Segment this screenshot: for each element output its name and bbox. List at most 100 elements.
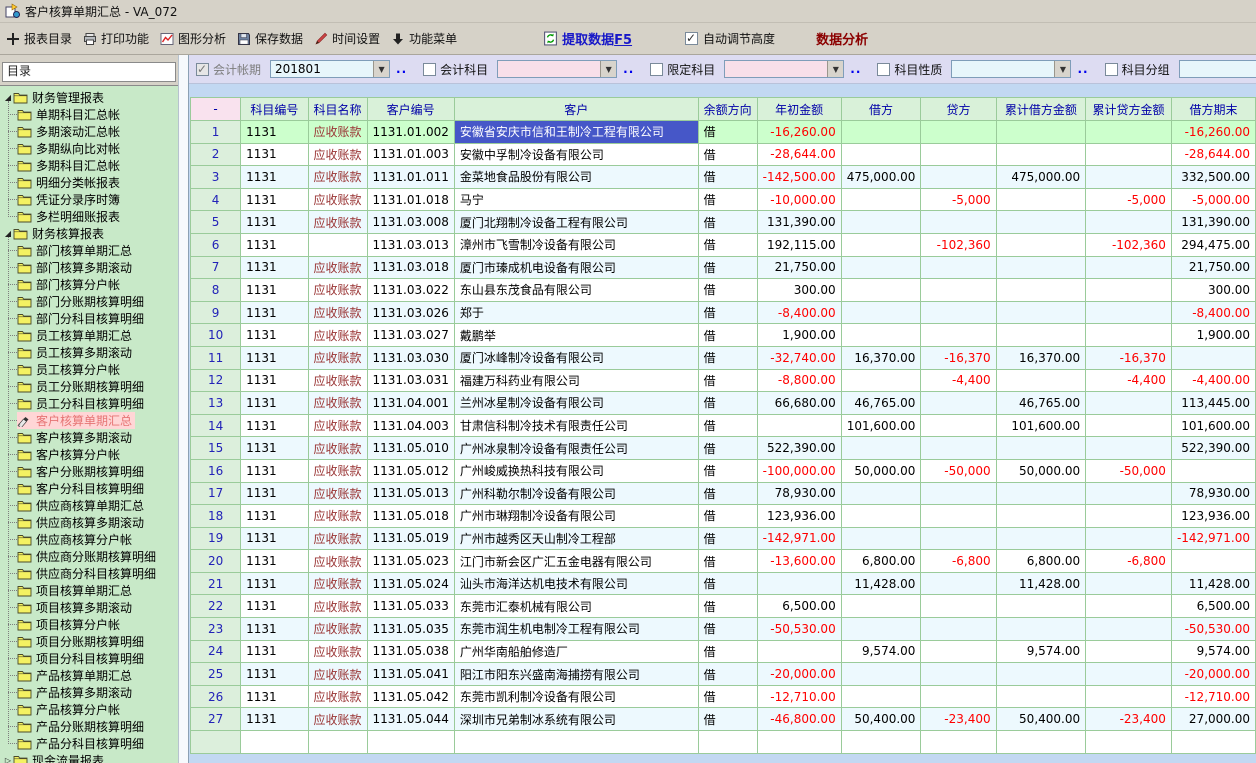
cell-credit[interactable] (921, 324, 996, 347)
header-subject_code[interactable]: 科目编号 (241, 98, 308, 121)
cell-customer[interactable]: 福建万科药业有限公司 (454, 369, 698, 392)
cell-subject_name[interactable]: 应收账款 (308, 211, 367, 234)
tree-item[interactable]: 多期滚动汇总帐 (0, 123, 178, 140)
cell-idx[interactable]: 7 (191, 256, 241, 279)
cell-cumulative_credit[interactable] (1086, 324, 1172, 347)
cell-direction[interactable]: 借 (698, 640, 757, 663)
cell-credit[interactable]: -16,370 (921, 346, 996, 369)
cell-subject_code[interactable]: 1131 (241, 459, 308, 482)
tree-item[interactable]: 多期纵向比对帐 (0, 140, 178, 157)
cell-direction[interactable]: 借 (698, 143, 757, 166)
cell-idx[interactable]: 5 (191, 211, 241, 234)
cell-credit[interactable]: -23,400 (921, 708, 996, 731)
cell-debit_ending[interactable]: 9,574.00 (1171, 640, 1255, 663)
cell-customer_code[interactable]: 1131.05.024 (367, 572, 454, 595)
cell-customer_code[interactable]: 1131.03.031 (367, 369, 454, 392)
cell-cumulative_credit[interactable]: -102,360 (1086, 233, 1172, 256)
cell-direction[interactable] (698, 731, 757, 754)
cell-debit[interactable]: 475,000.00 (841, 166, 921, 189)
cell-subject_code[interactable]: 1131 (241, 618, 308, 641)
cell-debit_ending[interactable]: 101,600.00 (1171, 414, 1255, 437)
cell-credit[interactable] (921, 301, 996, 324)
combo-arrow-icon[interactable]: ▼ (827, 61, 843, 77)
cell-opening_amount[interactable]: -142,971.00 (757, 527, 841, 550)
tree-item[interactable]: 多期科目汇总帐 (0, 157, 178, 174)
cell-customer_code[interactable]: 1131.05.042 (367, 685, 454, 708)
tree-item[interactable]: 凭证分录序时簿 (0, 191, 178, 208)
cell-debit_ending[interactable]: 522,390.00 (1171, 437, 1255, 460)
cell-idx[interactable]: 14 (191, 414, 241, 437)
cell-idx[interactable]: 15 (191, 437, 241, 460)
tree-group[interactable]: ▷现金流量报表 (0, 752, 178, 763)
cell-cumulative_credit[interactable] (1086, 685, 1172, 708)
cell-idx[interactable]: 12 (191, 369, 241, 392)
cell-idx[interactable]: 6 (191, 233, 241, 256)
filter-limit-subject-checkbox[interactable] (650, 63, 663, 76)
tree-item[interactable]: 项目核算分户帐 (0, 616, 178, 633)
filter-subject-nature-browse-button[interactable]: .. (1077, 62, 1088, 76)
cell-cumulative_debit[interactable] (996, 121, 1086, 144)
cell-cumulative_debit[interactable] (996, 618, 1086, 641)
report-catalog-button[interactable]: 报表目录 (6, 30, 72, 47)
tree-item[interactable]: 多栏明细账报表 (0, 208, 178, 225)
cell-subject_name[interactable]: 应收账款 (308, 505, 367, 528)
tree-item[interactable]: 客户分账期核算明细 (0, 463, 178, 480)
cell-opening_amount[interactable]: 192,115.00 (757, 233, 841, 256)
cell-idx[interactable]: 1 (191, 121, 241, 144)
cell-idx[interactable]: 16 (191, 459, 241, 482)
cell-debit[interactable]: 50,400.00 (841, 708, 921, 731)
cell-direction[interactable]: 借 (698, 550, 757, 573)
cell-idx[interactable]: 25 (191, 663, 241, 686)
cell-debit_ending[interactable] (1171, 346, 1255, 369)
cell-opening_amount[interactable] (757, 414, 841, 437)
cell-idx[interactable]: 22 (191, 595, 241, 618)
cell-debit_ending[interactable]: 300.00 (1171, 279, 1255, 302)
cell-cumulative_debit[interactable] (996, 143, 1086, 166)
cell-subject_name[interactable]: 应收账款 (308, 346, 367, 369)
cell-opening_amount[interactable] (757, 572, 841, 595)
cell-debit_ending[interactable]: 131,390.00 (1171, 211, 1255, 234)
cell-subject_code[interactable] (241, 731, 308, 754)
cell-subject_code[interactable]: 1131 (241, 663, 308, 686)
cell-idx[interactable]: 18 (191, 505, 241, 528)
cell-cumulative_debit[interactable] (996, 256, 1086, 279)
cell-debit[interactable] (841, 482, 921, 505)
cell-subject_name[interactable]: 应收账款 (308, 640, 367, 663)
cell-debit[interactable] (841, 188, 921, 211)
cell-debit[interactable] (841, 301, 921, 324)
cell-customer[interactable]: 广州市越秀区天山制冷工程部 (454, 527, 698, 550)
cell-credit[interactable] (921, 437, 996, 460)
cell-debit_ending[interactable]: -16,260.00 (1171, 121, 1255, 144)
cell-direction[interactable]: 借 (698, 324, 757, 347)
combo-arrow-icon[interactable]: ▼ (1054, 61, 1070, 77)
cell-subject_name[interactable]: 应收账款 (308, 527, 367, 550)
cell-debit_ending[interactable] (1171, 459, 1255, 482)
cell-opening_amount[interactable]: 66,680.00 (757, 392, 841, 415)
cell-idx[interactable]: 26 (191, 685, 241, 708)
cell-customer_code[interactable]: 1131.05.010 (367, 437, 454, 460)
cell-subject_name[interactable]: 应收账款 (308, 482, 367, 505)
cell-subject_code[interactable]: 1131 (241, 279, 308, 302)
tree-item[interactable]: 员工分科目核算明细 (0, 395, 178, 412)
cell-credit[interactable] (921, 143, 996, 166)
filter-account-subject-combo[interactable]: ▼ (497, 60, 617, 78)
cell-debit[interactable] (841, 595, 921, 618)
cell-cumulative_credit[interactable] (1086, 482, 1172, 505)
cell-opening_amount[interactable]: -28,644.00 (757, 143, 841, 166)
cell-customer[interactable]: 阳江市阳东兴盛南海捕捞有限公司 (454, 663, 698, 686)
cell-direction[interactable]: 借 (698, 685, 757, 708)
cell-opening_amount[interactable] (757, 640, 841, 663)
cell-credit[interactable] (921, 640, 996, 663)
cell-debit_ending[interactable] (1171, 731, 1255, 754)
cell-customer[interactable]: 深圳市兄弟制冰系统有限公司 (454, 708, 698, 731)
cell-subject_name[interactable]: 应收账款 (308, 166, 367, 189)
cell-cumulative_debit[interactable] (996, 685, 1086, 708)
cell-cumulative_credit[interactable]: -5,000 (1086, 188, 1172, 211)
tree-item[interactable]: 员工分账期核算明细 (0, 378, 178, 395)
cell-customer[interactable]: 江门市新会区广汇五金电器有限公司 (454, 550, 698, 573)
cell-direction[interactable]: 借 (698, 279, 757, 302)
cell-customer[interactable]: 广州华南船舶修造厂 (454, 640, 698, 663)
cell-cumulative_debit[interactable] (996, 505, 1086, 528)
cell-customer_code[interactable]: 1131.03.027 (367, 324, 454, 347)
filter-subject-nature-combo[interactable]: ▼ (951, 60, 1071, 78)
